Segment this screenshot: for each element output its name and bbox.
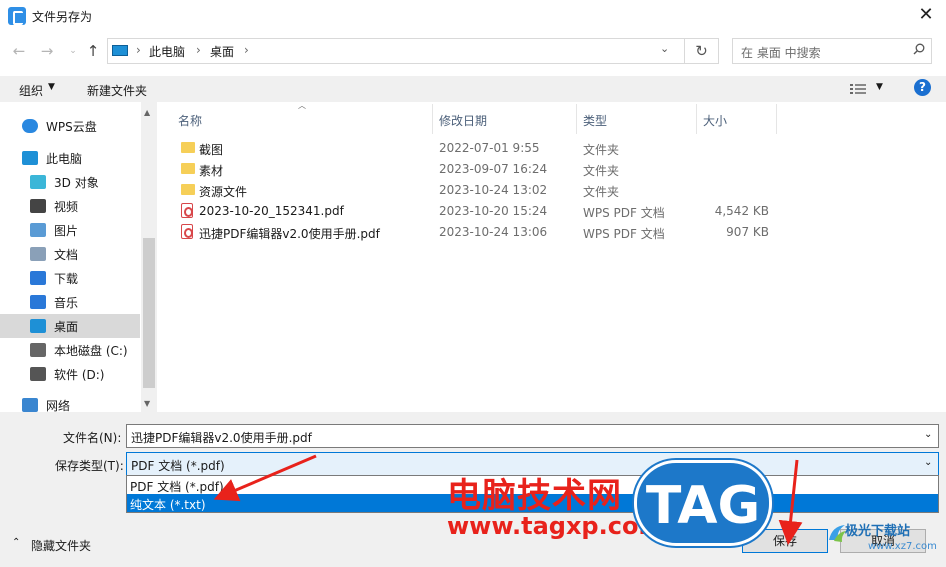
annotation-arrows: [213, 454, 803, 545]
arrow-to-save-button: [778, 459, 803, 545]
arrow-to-txt-option: [213, 454, 317, 502]
